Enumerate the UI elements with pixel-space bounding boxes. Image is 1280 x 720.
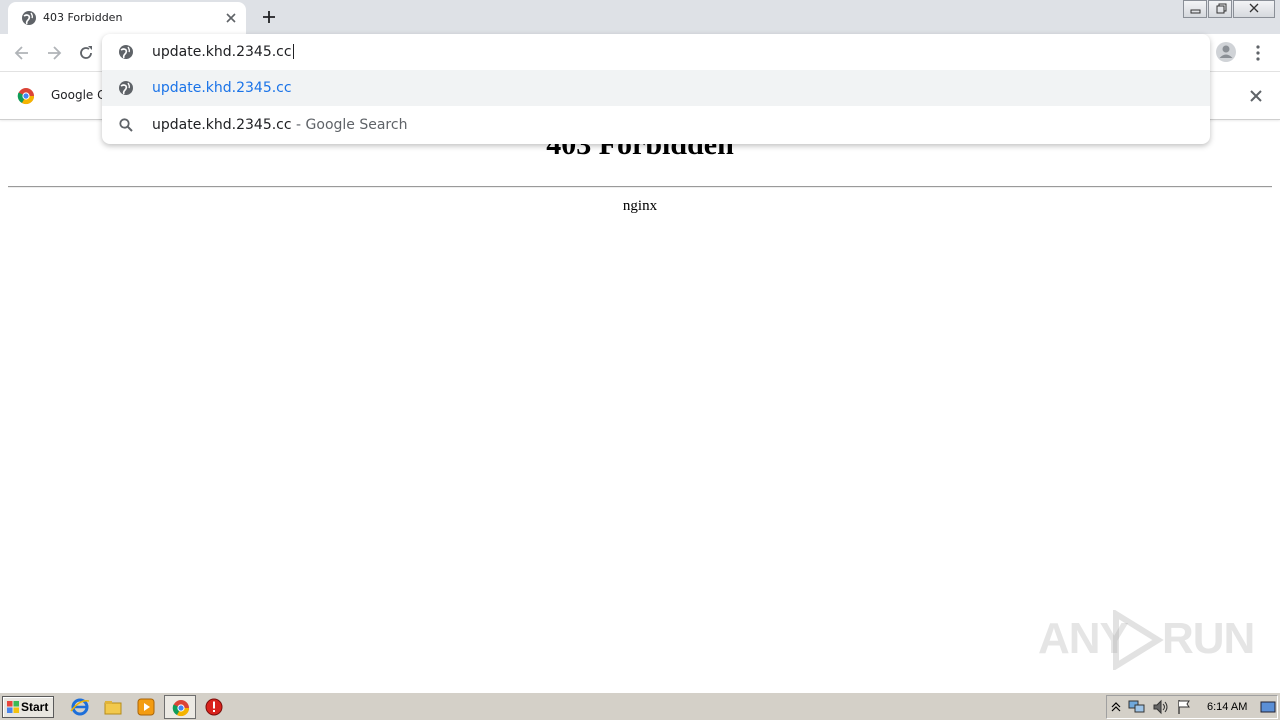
menu-kebab-icon[interactable] — [1252, 43, 1264, 63]
start-label: Start — [21, 700, 49, 714]
globe-icon — [22, 11, 36, 25]
address-bar-input[interactable]: update.khd.2345.cc — [152, 44, 294, 60]
warning-stop-icon[interactable] — [204, 697, 224, 717]
minimize-icon — [1190, 9, 1201, 14]
show-desktop-icon[interactable] — [1260, 701, 1276, 713]
omnibox-suggestion[interactable]: update.khd.2345.cc — [102, 70, 1210, 106]
forward-icon[interactable] — [44, 43, 64, 63]
suggestion-suffix: - Google Search — [291, 117, 408, 133]
taskbar: Start 6:14 AM — [0, 692, 1280, 720]
close-icon[interactable] — [1249, 89, 1263, 103]
start-button[interactable]: Start — [2, 696, 54, 718]
search-icon — [119, 118, 133, 132]
action-center-flag-icon[interactable] — [1176, 699, 1192, 715]
new-tab-icon[interactable] — [260, 8, 278, 26]
play-logo-icon — [1113, 610, 1164, 670]
tab-active[interactable]: 403 Forbidden — [8, 2, 246, 34]
divider — [8, 186, 1272, 188]
text-caret — [292, 44, 294, 59]
restore-button[interactable] — [1208, 0, 1232, 18]
chrome-logo-icon — [172, 700, 190, 717]
suggestion-query: update.khd.2345.cc — [152, 117, 292, 133]
internet-explorer-icon[interactable] — [70, 697, 90, 717]
globe-icon — [119, 45, 133, 59]
reload-icon[interactable] — [76, 43, 96, 63]
volume-icon[interactable] — [1152, 699, 1170, 715]
chrome-logo-icon — [17, 88, 35, 105]
network-icon[interactable] — [1128, 699, 1146, 715]
windows-logo-icon — [7, 701, 19, 713]
server-signature: nginx — [622, 198, 658, 214]
tab-title: 403 Forbidden — [43, 11, 123, 24]
chevron-up-icon[interactable] — [1110, 700, 1122, 714]
omnibox-suggestion[interactable]: update.khd.2345.cc - Google Search — [102, 107, 1210, 143]
omnibox-dropdown: update.khd.2345.cc update.khd.2345.cc up… — [102, 34, 1210, 144]
profile-avatar-icon[interactable] — [1215, 41, 1237, 63]
media-player-icon[interactable] — [136, 697, 156, 717]
file-explorer-icon[interactable] — [103, 697, 123, 717]
suggestion-search: update.khd.2345.cc - Google Search — [152, 117, 407, 133]
info-bar-text: Google Cl — [51, 88, 109, 102]
close-window-button[interactable] — [1233, 0, 1275, 18]
suggestion-url: update.khd.2345.cc — [152, 80, 292, 96]
taskbar-chrome-active[interactable] — [164, 695, 196, 719]
tab-strip: 403 Forbidden — [0, 0, 1280, 34]
restore-icon — [1216, 3, 1227, 14]
close-window-icon — [1249, 3, 1259, 13]
anyrun-watermark: ANY RUN — [1038, 608, 1255, 672]
minimize-button[interactable] — [1183, 0, 1207, 18]
taskbar-clock[interactable]: 6:14 AM — [1207, 701, 1247, 713]
watermark-right: RUN — [1162, 614, 1255, 663]
close-icon[interactable] — [224, 11, 238, 25]
back-icon[interactable] — [12, 43, 32, 63]
address-bar-value: update.khd.2345.cc — [152, 44, 292, 60]
globe-icon — [119, 81, 133, 95]
